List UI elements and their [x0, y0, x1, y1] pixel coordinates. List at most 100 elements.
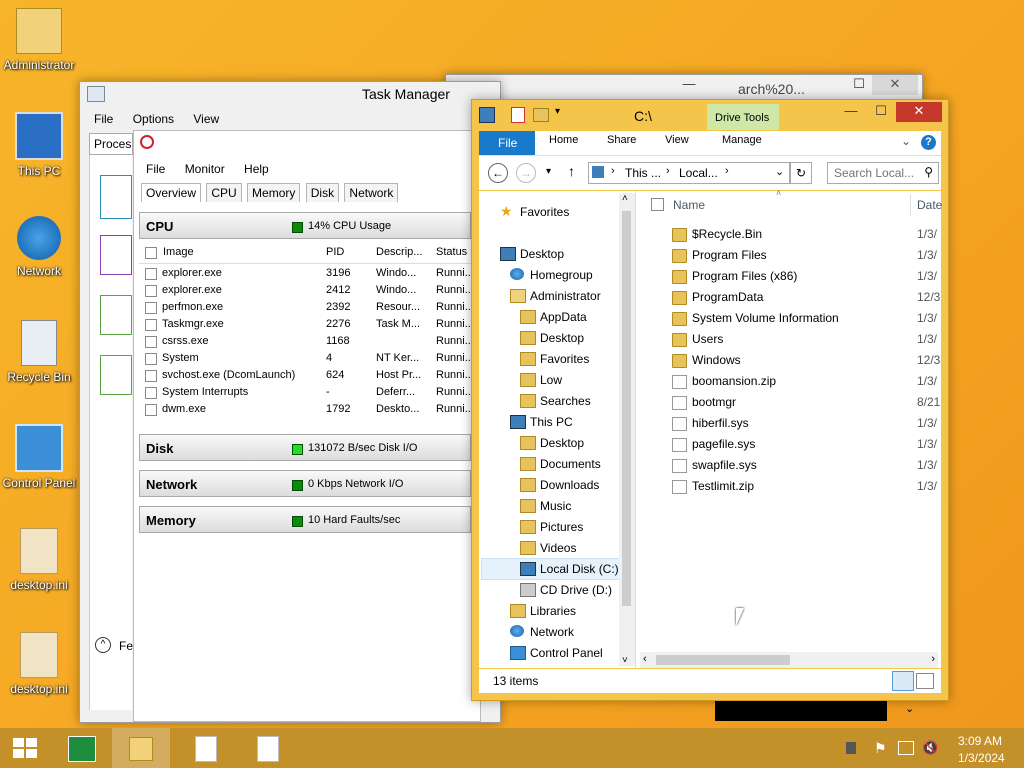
details-view-icon[interactable]	[892, 671, 914, 691]
select-all-files-checkbox[interactable]	[651, 198, 664, 211]
col-desc[interactable]: Descrip...	[376, 246, 422, 258]
clock-date[interactable]: 1/3/2024	[958, 751, 1005, 765]
resmon-tab-network[interactable]: Network	[344, 183, 399, 202]
process-row[interactable]: System Interrupts - Deferr... Runni...	[145, 384, 474, 401]
nav-item-desktop[interactable]: Desktop	[520, 331, 584, 345]
desktop-icon-2[interactable]: Network	[0, 216, 78, 278]
resmon-tab-cpu[interactable]: CPU	[206, 183, 242, 202]
explorer-maximize-button[interactable]: ☐	[866, 102, 896, 122]
file-hscrollbar[interactable]: ‹ ›	[640, 652, 938, 668]
process-row[interactable]: svchost.exe (DcomLaunch) 624 Host Pr... Run…	[145, 367, 474, 384]
desktop-icon-1[interactable]: This PC	[0, 112, 78, 178]
file-row[interactable]: System Volume Information 1/3/	[672, 309, 940, 330]
process-checkbox[interactable]	[145, 387, 157, 399]
back-maximize-button[interactable]: ☐	[844, 75, 874, 95]
nav-item-pictures[interactable]: Pictures	[520, 520, 583, 534]
help-icon[interactable]: ?	[921, 135, 936, 150]
desktop-icon-3[interactable]: Recycle Bin	[0, 320, 78, 384]
nav-item-appdata[interactable]: AppData	[520, 310, 587, 324]
customize-qa-icon[interactable]: ▾	[555, 106, 560, 117]
file-row[interactable]: Program Files 1/3/	[672, 246, 940, 267]
process-checkbox[interactable]	[145, 353, 157, 365]
nav-item-downloads[interactable]: Downloads	[520, 478, 599, 492]
nav-item-network[interactable]: Network	[510, 625, 574, 639]
ribbon-tab-view[interactable]: View	[665, 134, 689, 146]
col-pid[interactable]: PID	[326, 246, 344, 258]
properties-icon[interactable]	[511, 107, 525, 123]
file-row[interactable]: bootmgr 8/21	[672, 393, 940, 414]
process-checkbox[interactable]	[145, 404, 157, 416]
tray-taskmanager-icon[interactable]	[846, 742, 856, 754]
desktop-icon-0[interactable]: Administrator	[0, 8, 78, 72]
process-checkbox[interactable]	[145, 319, 157, 331]
file-row[interactable]: hiberfil.sys 1/3/	[672, 414, 940, 435]
process-row[interactable]: explorer.exe 2412 Windo... Runni...	[145, 282, 474, 299]
resmon-menu-monitor[interactable]: Monitor	[185, 162, 225, 176]
file-row[interactable]: ProgramData 12/3	[672, 288, 940, 309]
nav-item-libraries[interactable]: Libraries	[510, 604, 576, 618]
ribbon-tab-manage[interactable]: Manage	[722, 134, 762, 146]
fewer-details-icon[interactable]: ^	[95, 637, 111, 653]
network-tray-icon[interactable]	[898, 741, 914, 755]
resmon-menu-file[interactable]: File	[146, 162, 165, 176]
tab-processes[interactable]: Proces	[89, 133, 133, 155]
cpu-section-header[interactable]: CPU 14% CPU Usage	[139, 212, 471, 239]
nav-item-cd-drive-d-[interactable]: CD Drive (D:)	[520, 583, 612, 597]
back-icon[interactable]: ←	[488, 163, 508, 183]
address-dropdown-icon[interactable]: ⌄	[775, 165, 784, 178]
menu-options[interactable]: Options	[133, 112, 174, 126]
nav-item-homegroup[interactable]: Homegroup	[510, 268, 593, 282]
start-button[interactable]	[0, 728, 50, 768]
file-row[interactable]: $Recycle.Bin 1/3/	[672, 225, 940, 246]
col-image[interactable]: Image	[163, 246, 194, 258]
process-checkbox[interactable]	[145, 336, 157, 348]
address-part-2[interactable]: Local...	[679, 166, 718, 180]
large-icons-view-icon[interactable]	[916, 673, 934, 689]
scroll-down-arrow[interactable]: ⌄	[905, 702, 914, 715]
nav-item-desktop[interactable]: Desktop	[520, 436, 584, 450]
nav-item-administrator[interactable]: Administrator	[510, 289, 601, 303]
quick-access-computer-icon[interactable]	[479, 107, 495, 123]
file-row[interactable]: boomansion.zip 1/3/	[672, 372, 940, 393]
file-row[interactable]: swapfile.sys 1/3/	[672, 456, 940, 477]
fewer-details-label[interactable]: Fe	[119, 639, 133, 653]
nav-item-this-pc[interactable]: This PC	[510, 415, 573, 429]
drive-tools-tab[interactable]: Drive Tools	[707, 104, 779, 130]
process-row[interactable]: perfmon.exe 2392 Resour... Runni...	[145, 299, 474, 316]
explorer-minimize-button[interactable]: —	[836, 102, 866, 122]
desktop-icon-4[interactable]: Control Panel	[0, 424, 78, 490]
nav-item-favorites[interactable]: Favorites	[520, 352, 589, 366]
desktop-icon-6[interactable]: desktop.ini	[0, 632, 78, 696]
resmon-menu-help[interactable]: Help	[244, 162, 269, 176]
nav-item-low[interactable]: Low	[520, 373, 562, 387]
taskbar-store[interactable]	[52, 728, 110, 768]
ribbon-expand-icon[interactable]: ⌄	[901, 134, 911, 148]
file-row[interactable]: Testlimit.zip 1/3/	[672, 477, 940, 498]
taskbar-notepad-1[interactable]	[176, 728, 234, 768]
stop-icon[interactable]	[140, 135, 154, 149]
memory-section-header[interactable]: Memory 10 Hard Faults/sec	[139, 506, 471, 533]
new-folder-icon[interactable]	[533, 108, 549, 122]
process-checkbox[interactable]	[145, 370, 157, 382]
ribbon-tab-share[interactable]: Share	[607, 134, 636, 146]
process-row[interactable]: explorer.exe 3196 Windo... Runni...	[145, 265, 474, 282]
file-row[interactable]: Users 1/3/	[672, 330, 940, 351]
nav-scrollbar[interactable]: ˄ ˅	[619, 193, 635, 666]
menu-view[interactable]: View	[193, 112, 219, 126]
process-row[interactable]: dwm.exe 1792 Deskto... Runni...	[145, 401, 474, 418]
resmon-tab-disk[interactable]: Disk	[305, 183, 340, 202]
nav-item-searches[interactable]: Searches	[520, 394, 591, 408]
process-row[interactable]: Taskmgr.exe 2276 Task M... Runni...	[145, 316, 474, 333]
desktop-icon-5[interactable]: desktop.ini	[0, 528, 78, 592]
nav-item-desktop[interactable]: Desktop	[500, 247, 564, 261]
back-close-button[interactable]: ✕	[872, 75, 918, 95]
file-row[interactable]: Program Files (x86) 1/3/	[672, 267, 940, 288]
select-all-checkbox[interactable]	[145, 247, 157, 259]
resmon-tab-overview[interactable]: Overview	[141, 183, 202, 202]
address-bar[interactable]: › This ... › Local... › ⌄	[588, 162, 790, 184]
taskbar-explorer[interactable]	[112, 728, 170, 768]
address-part-1[interactable]: This ...	[625, 166, 661, 180]
column-name[interactable]: Name	[673, 198, 705, 212]
file-row[interactable]: Windows 12/3	[672, 351, 940, 372]
nav-item-music[interactable]: Music	[520, 499, 571, 513]
